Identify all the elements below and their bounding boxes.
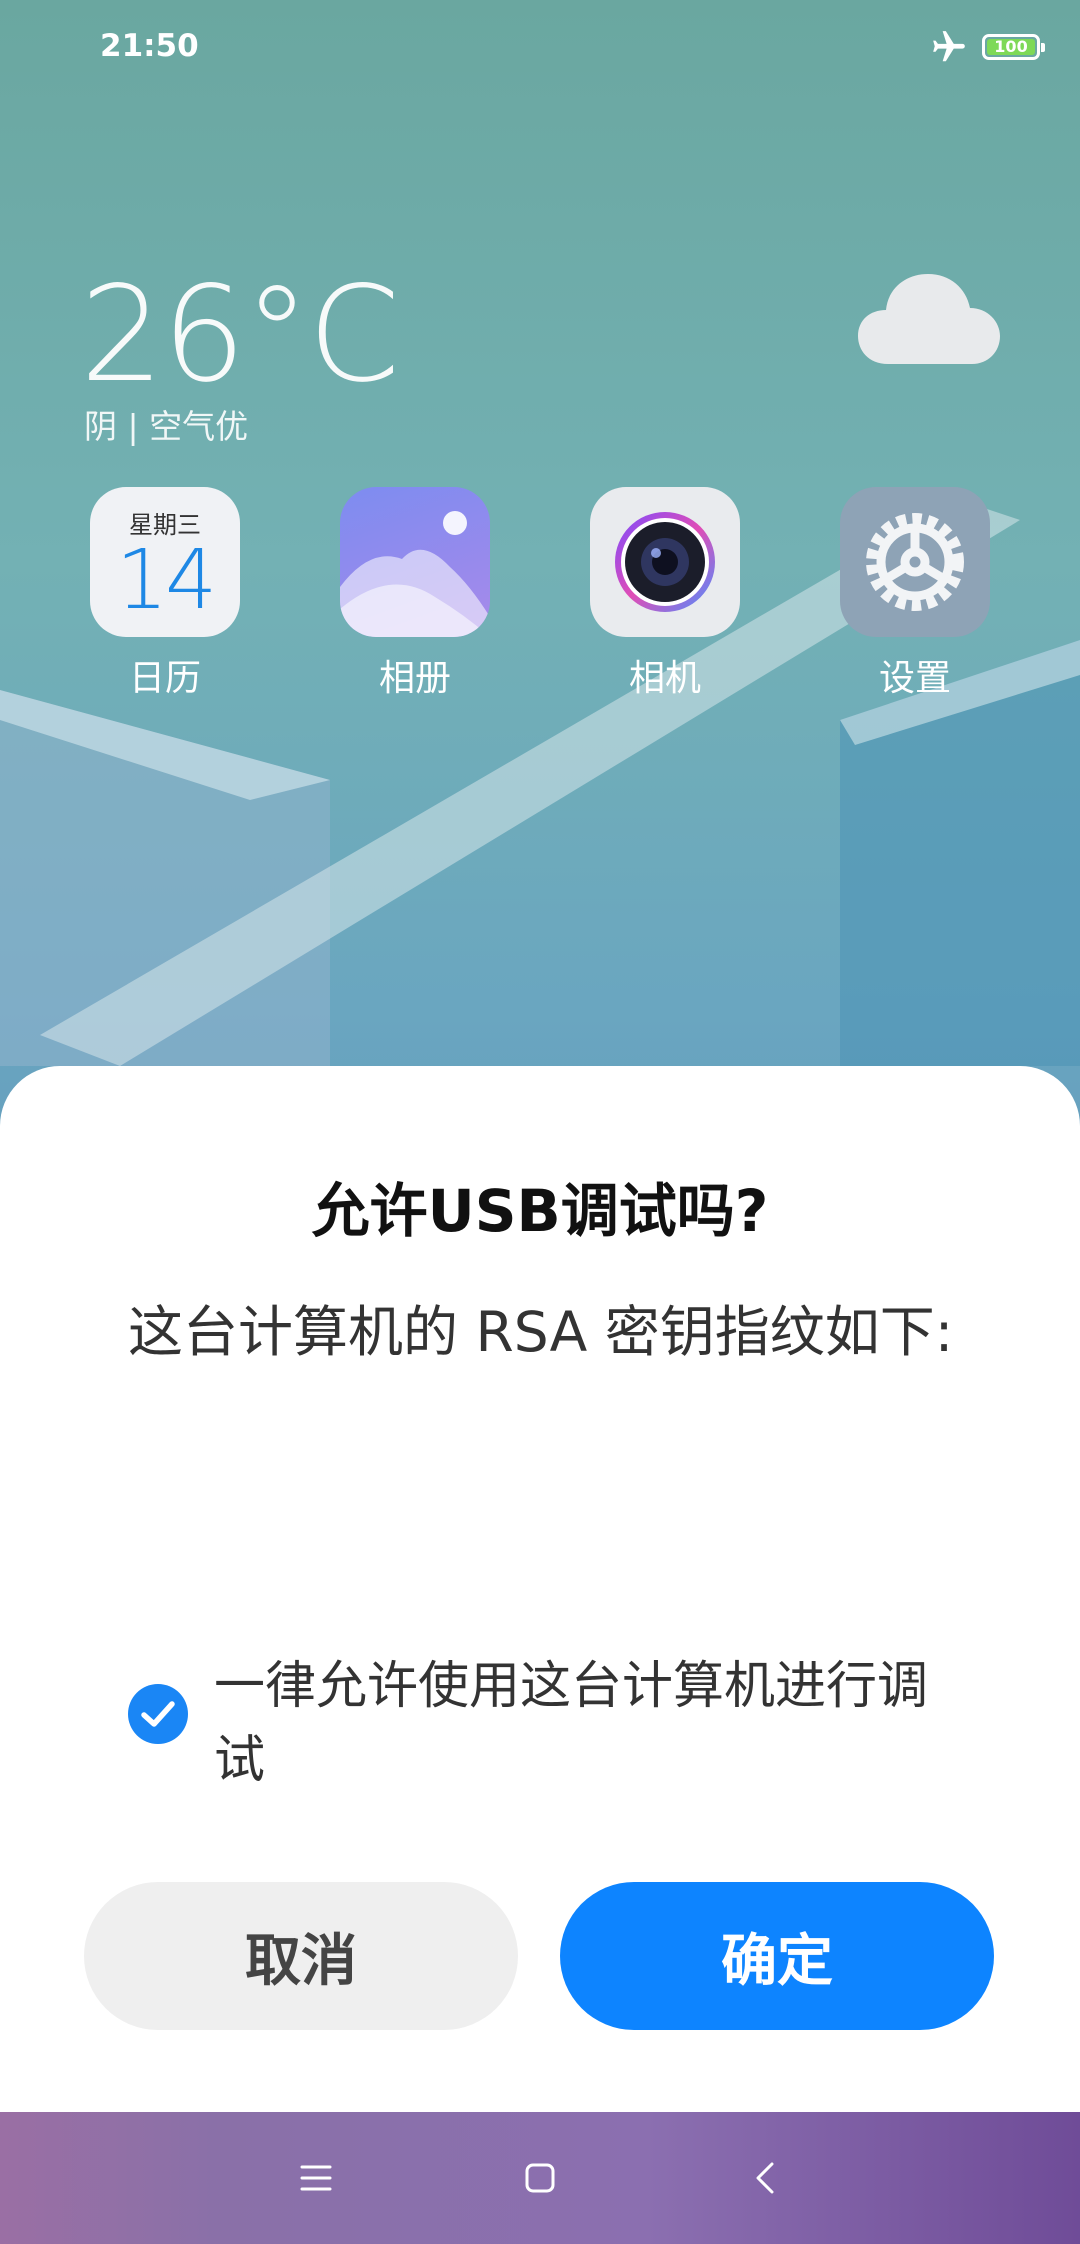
menu-icon[interactable] [290,2152,342,2204]
app-settings[interactable]: 设置 [840,487,990,701]
weather-temperature[interactable]: 26°C [80,258,400,412]
calendar-icon: 星期三 14 [90,487,240,637]
home-icon[interactable] [514,2152,566,2204]
settings-icon [840,487,990,637]
app-camera[interactable]: 相机 [590,487,740,701]
app-gallery[interactable]: 相册 [340,487,490,701]
calendar-day: 14 [115,533,217,628]
app-label: 设置 [878,658,951,699]
always-allow-label[interactable]: 一律允许使用这台计算机进行调试 [214,1650,954,1798]
dialog-message: 这台计算机的 RSA 密钥指纹如下: [128,1300,954,1364]
status-icons: 100 [930,28,1045,66]
cloud-icon [858,274,1000,364]
app-label: 相册 [378,658,451,699]
battery-icon: 100 [982,34,1045,60]
camera-icon [590,487,740,637]
back-icon[interactable] [740,2152,792,2204]
usb-debug-dialog: 允许USB调试吗? 这台计算机的 RSA 密钥指纹如下: 一律允许使用这台计算机… [0,1066,1080,2112]
app-label: 日历 [128,658,201,699]
airplane-mode-icon [933,31,965,62]
gallery-icon [340,487,490,637]
status-time: 21:50 [100,28,199,64]
confirm-button[interactable]: 确定 [560,1882,994,2030]
checkmark-icon [141,1701,175,1727]
always-allow-checkbox[interactable] [128,1684,188,1744]
cancel-button[interactable]: 取消 [84,1882,518,2030]
app-calendar[interactable]: 星期三 14 日历 [90,487,240,701]
battery-level: 100 [987,39,1035,55]
weather-description: 阴 | 空气优 [84,407,249,446]
app-label: 相机 [628,658,701,699]
dialog-title: 允许USB调试吗? [311,1177,769,1245]
navigation-bar [0,2112,1080,2244]
